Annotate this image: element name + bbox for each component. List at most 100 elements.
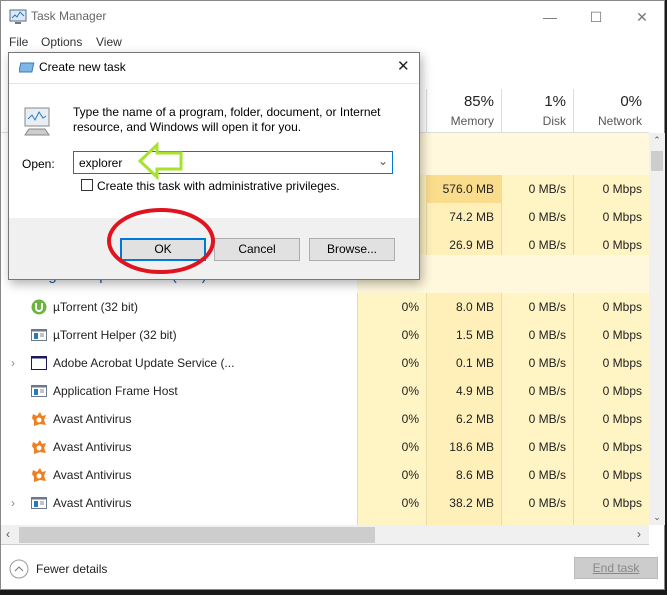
chevron-right-icon[interactable]: › [11, 349, 15, 377]
network-cell: 0 Mbps [602, 238, 642, 252]
footer: Fewer details End task [1, 549, 666, 591]
browse-button[interactable]: Browse... [309, 238, 395, 261]
menu-options[interactable]: Options [41, 35, 82, 49]
network-cell: 0 Mbps [602, 300, 642, 314]
memory-cell: 576.0 MB [426, 175, 501, 203]
computer-icon [24, 107, 50, 136]
task-manager-icon [9, 9, 27, 24]
menu-file[interactable]: File [9, 35, 28, 49]
dialog-description: Type the name of a program, folder, docu… [73, 105, 381, 134]
avast-icon [31, 467, 47, 483]
avast-icon [31, 411, 47, 427]
disk-cell: 0 MB/s [528, 356, 566, 370]
horizontal-scroll-thumb[interactable] [19, 527, 375, 543]
disk-cell: 0 MB/s [528, 328, 566, 342]
cpu-cell: 0% [401, 384, 419, 398]
memory-cell: 0.1 MB [455, 356, 494, 370]
network-cell: 0 Mbps [602, 440, 642, 454]
memory-cell: 8.6 MB [455, 468, 494, 482]
utorrent-icon [31, 299, 47, 315]
cpu-cell: 0% [401, 468, 419, 482]
cancel-button[interactable]: Cancel [214, 238, 300, 261]
memory-cell: 74.2 MB [449, 210, 494, 224]
scroll-right-icon[interactable]: › [637, 527, 641, 541]
column-header-memory[interactable]: 85% Memory [426, 89, 501, 133]
memory-cell: 38.2 MB [449, 496, 494, 510]
memory-cell: 8.0 MB [455, 300, 494, 314]
open-label: Open: [22, 157, 55, 171]
menu-view[interactable]: View [96, 35, 122, 49]
process-name: Avast Antivirus [53, 412, 132, 426]
window-title: Task Manager [31, 9, 107, 23]
minimize-button[interactable]: — [527, 5, 573, 29]
run-icon [19, 62, 35, 73]
network-cell: 0 Mbps [602, 412, 642, 426]
disk-cell: 0 MB/s [528, 210, 566, 224]
chevron-right-icon[interactable]: › [11, 489, 15, 517]
maximize-button[interactable]: ☐ [573, 5, 619, 29]
horizontal-scrollbar[interactable]: ‹ › [1, 525, 649, 545]
memory-cell: 4.9 MB [455, 384, 494, 398]
cpu-cell: 0% [401, 412, 419, 426]
open-combobox[interactable]: explorer ⌄ [73, 151, 393, 174]
table-row[interactable]: › Avast Antivirus 0% 38.2 MB 0 MB/s 0 Mbp… [1, 489, 649, 517]
admin-checkbox-label[interactable]: Create this task with administrative pri… [97, 179, 340, 193]
disk-cell: 0 MB/s [528, 440, 566, 454]
disk-cell: 0 MB/s [528, 238, 566, 252]
end-task-button[interactable]: End task [574, 557, 658, 579]
fewer-details-label: Fewer details [36, 562, 108, 576]
app-window-icon [31, 495, 47, 511]
dialog-close-button[interactable]: ✕ [397, 57, 410, 75]
process-name: µTorrent (32 bit) [53, 300, 138, 314]
column-header-network[interactable]: 0% Network [573, 89, 649, 133]
memory-cell: 1.5 MB [455, 328, 494, 342]
chevron-up-circle-icon [9, 559, 29, 579]
cpu-cell: 0% [401, 440, 419, 454]
table-row[interactable]: Application Frame Host 0% 4.9 MB 0 MB/s 0… [1, 377, 649, 405]
network-cell: 0 Mbps [602, 468, 642, 482]
chevron-down-icon[interactable]: ⌄ [378, 154, 388, 168]
column-header-disk[interactable]: 1% Disk [501, 89, 573, 133]
table-row[interactable]: Avast Antivirus 0% 8.6 MB 0 MB/s 0 Mbps [1, 461, 649, 489]
dialog-title: Create new task [39, 60, 126, 74]
table-row[interactable]: Avast Antivirus 0% 18.6 MB 0 MB/s 0 Mbps [1, 433, 649, 461]
memory-cell: 26.9 MB [449, 238, 494, 252]
process-name: Avast Antivirus [53, 468, 132, 482]
network-cell: 0 Mbps [602, 328, 642, 342]
table-row[interactable]: µTorrent (32 bit) 0% 8.0 MB 0 MB/s 0 Mbps [1, 293, 649, 321]
cpu-cell: 0% [401, 356, 419, 370]
disk-cell: 0 MB/s [528, 496, 566, 510]
process-name: Adobe Acrobat Update Service (... [53, 356, 235, 370]
annotation-circle [107, 208, 215, 274]
scroll-left-icon[interactable]: ‹ [6, 527, 10, 541]
vertical-scrollbar[interactable]: ⌃ ⌄ [649, 133, 665, 525]
network-cell: 0 Mbps [602, 384, 642, 398]
cpu-cell: 0% [401, 300, 419, 314]
process-name: Avast Antivirus [53, 496, 132, 510]
app-window-icon [31, 327, 47, 343]
memory-cell: 18.6 MB [449, 440, 494, 454]
annotation-arrow [137, 141, 183, 181]
disk-cell: 0 MB/s [528, 412, 566, 426]
title-bar: Task Manager — ☐ ✕ [1, 1, 664, 33]
create-new-task-dialog: Create new task ✕ Type the name of a pro… [8, 52, 420, 280]
vertical-scroll-thumb[interactable] [651, 151, 663, 171]
dialog-divider [9, 83, 419, 84]
app-window-icon [31, 383, 47, 399]
network-cell: 0 Mbps [602, 356, 642, 370]
admin-checkbox[interactable] [81, 179, 93, 191]
table-row[interactable]: › Adobe Acrobat Update Service (... 0% 0.… [1, 349, 649, 377]
disk-cell: 0 MB/s [528, 182, 566, 196]
cpu-cell: 0% [401, 496, 419, 510]
close-button[interactable]: ✕ [619, 5, 665, 29]
table-row[interactable]: Avast Antivirus 0% 6.2 MB 0 MB/s 0 Mbps [1, 405, 649, 433]
avast-icon [31, 439, 47, 455]
network-cell: 0 Mbps [602, 182, 642, 196]
disk-cell: 0 MB/s [528, 300, 566, 314]
service-window-icon [31, 355, 47, 371]
table-row[interactable]: µTorrent Helper (32 bit) 0% 1.5 MB 0 MB/s… [1, 321, 649, 349]
process-name: Application Frame Host [53, 384, 178, 398]
disk-cell: 0 MB/s [528, 468, 566, 482]
open-input[interactable]: explorer [79, 156, 122, 170]
network-cell: 0 Mbps [602, 210, 642, 224]
